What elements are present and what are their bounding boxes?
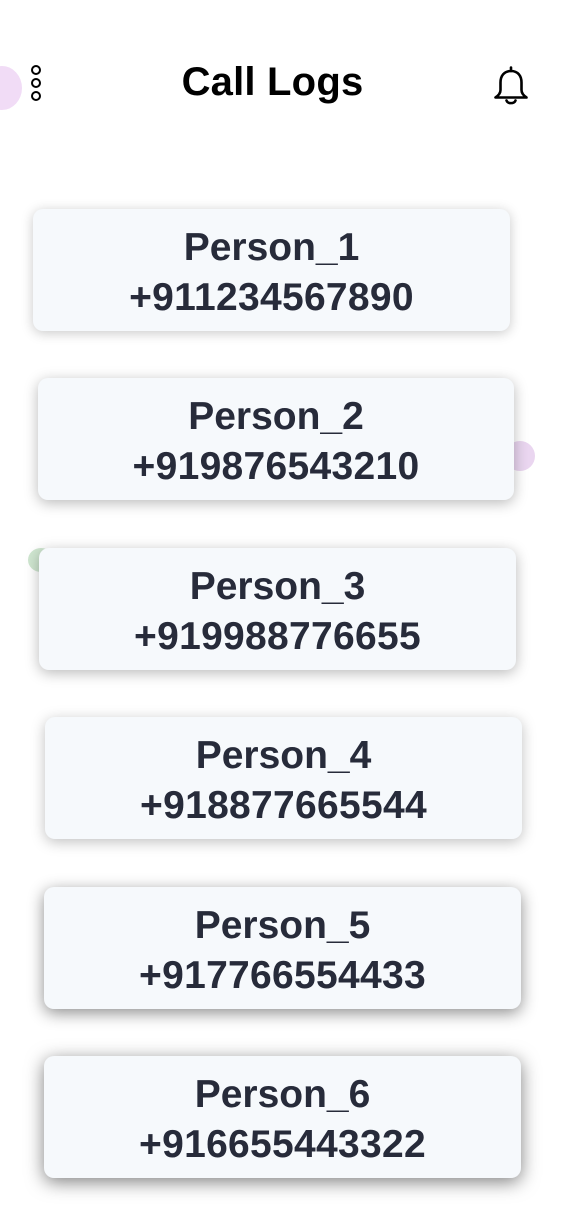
contact-phone: +918877665544 xyxy=(140,784,427,827)
call-log-item[interactable]: Person_1 +911234567890 xyxy=(33,209,510,331)
contact-phone: +919988776655 xyxy=(134,615,421,658)
contact-phone: +917766554433 xyxy=(139,954,426,997)
contact-name: Person_1 xyxy=(183,226,360,269)
contact-name: Person_3 xyxy=(189,565,366,608)
contact-name: Person_2 xyxy=(188,395,364,438)
call-log-item[interactable]: Person_3 +919988776655 xyxy=(39,548,516,670)
contact-phone: +919876543210 xyxy=(132,445,420,488)
contact-phone: +911234567890 xyxy=(129,276,414,319)
call-log-item[interactable]: Person_5 +917766554433 xyxy=(44,887,521,1009)
call-log-item[interactable]: Person_6 +916655443322 xyxy=(44,1056,521,1178)
call-log-item[interactable]: Person_4 +918877665544 xyxy=(45,717,522,839)
call-log-item[interactable]: Person_2 +919876543210 xyxy=(38,378,514,500)
contact-name: Person_4 xyxy=(195,734,372,777)
call-log-list: Person_1 +911234567890 Person_2 +9198765… xyxy=(0,0,563,1218)
contact-phone: +916655443322 xyxy=(139,1123,426,1166)
contact-name: Person_6 xyxy=(194,1073,371,1116)
contact-name: Person_5 xyxy=(194,904,371,947)
